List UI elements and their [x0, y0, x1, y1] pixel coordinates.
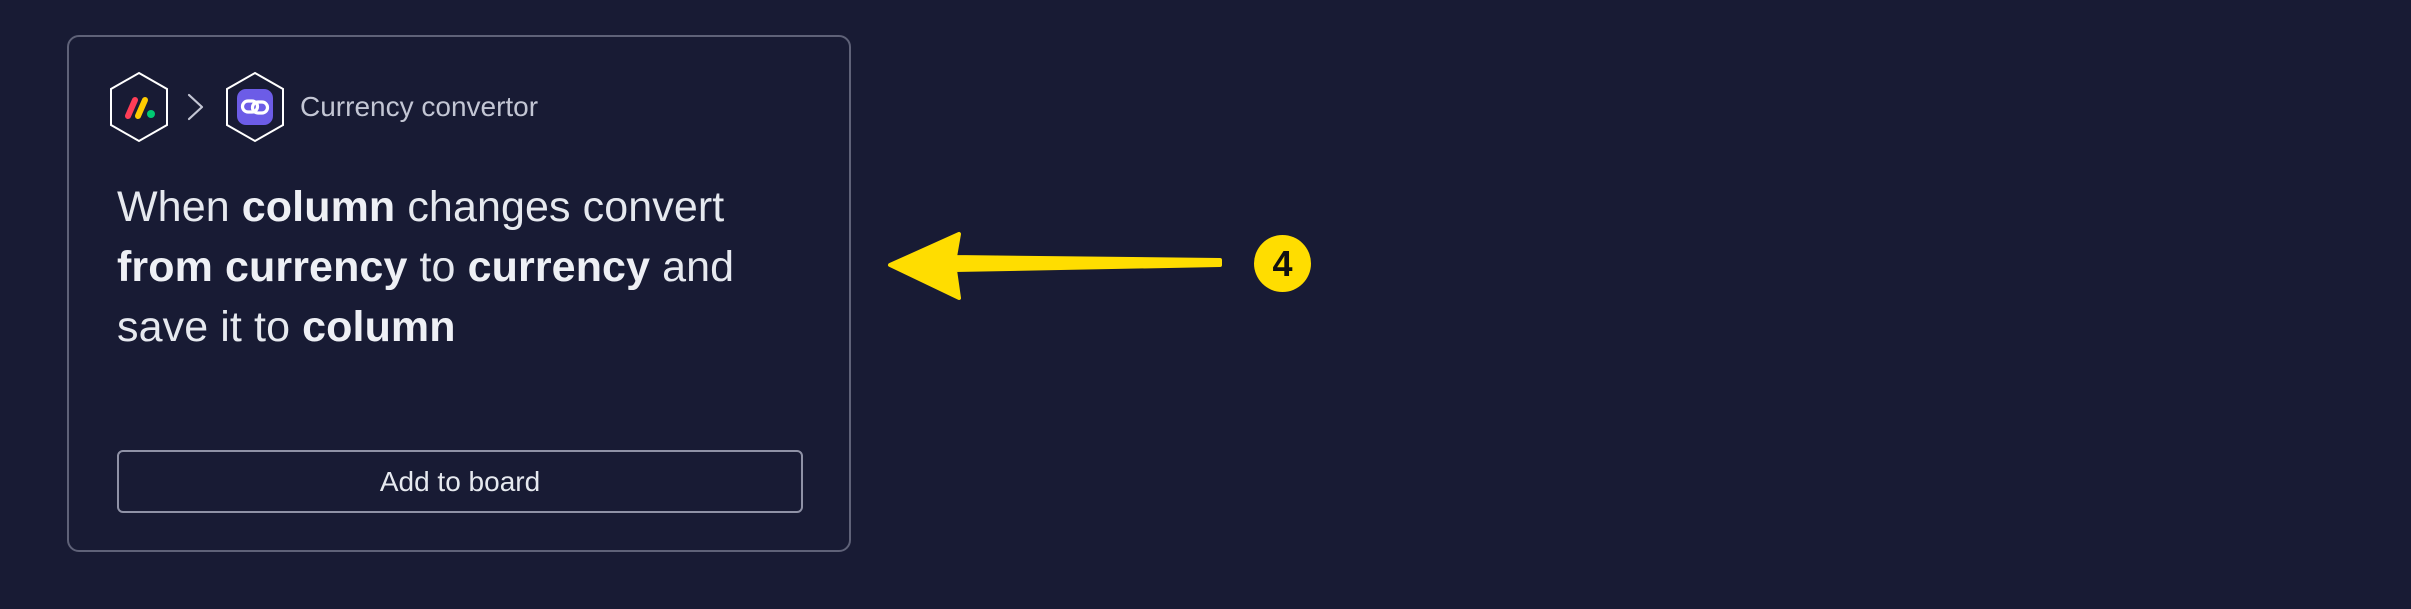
recipe-text: to: [407, 243, 468, 291]
recipe-sentence: When column changes convert from currenc…: [117, 177, 827, 357]
link-chain-icon: [226, 71, 284, 143]
arrow-left-icon: [888, 232, 1222, 300]
recipe-field-column[interactable]: column: [242, 183, 396, 231]
recipe-text: When: [117, 183, 242, 231]
recipe-field-from-currency[interactable]: from currency: [117, 243, 407, 291]
step-number-badge: 4: [1254, 235, 1311, 292]
app-name: Currency convertor: [300, 91, 539, 122]
recipe-text: changes convert: [395, 183, 725, 231]
add-to-board-button[interactable]: Add to board: [117, 450, 803, 513]
recipe-card[interactable]: Currency convertor When column changes c…: [67, 35, 851, 552]
recipe-field-target-column[interactable]: column: [302, 303, 456, 351]
monday-logo-icon: [110, 71, 168, 143]
card-header: Currency convertor: [108, 71, 538, 143]
chevron-right-icon: [187, 93, 204, 121]
recipe-field-to-currency[interactable]: currency: [468, 243, 650, 291]
